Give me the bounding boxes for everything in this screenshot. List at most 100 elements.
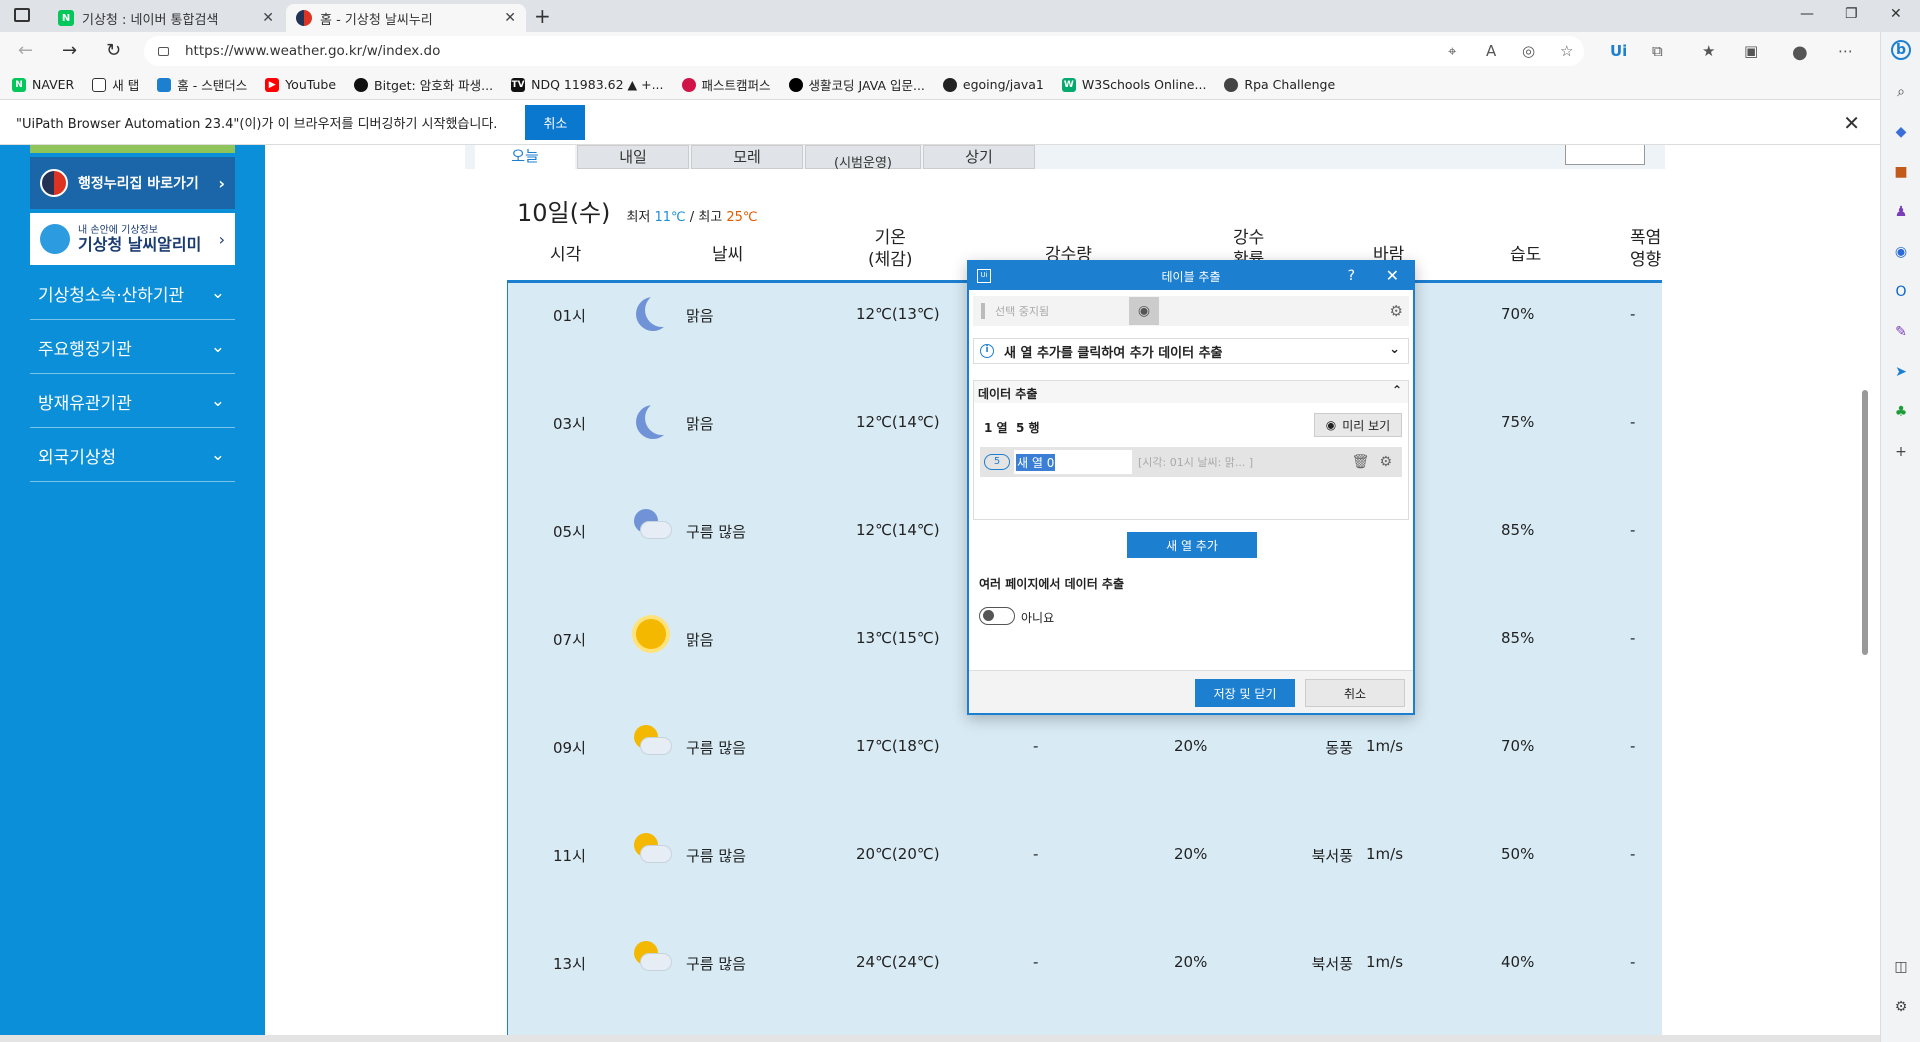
back-icon[interactable]: ← [18, 40, 33, 61]
add-column-hint[interactable]: i 새 열 추가를 클릭하여 추가 데이터 추출 ⌄ [973, 338, 1409, 364]
tree-icon[interactable]: ♣ [1891, 402, 1911, 422]
help-button[interactable]: ? [1348, 268, 1355, 284]
refresh-icon[interactable]: ↻ [106, 40, 121, 61]
gear-icon[interactable]: ⚙ [1390, 302, 1403, 320]
tab-today[interactable]: 오늘 [475, 145, 575, 169]
tracking-icon[interactable]: ◎ [1522, 42, 1535, 60]
bookmark-rpa[interactable]: Rpa Challenge [1224, 77, 1335, 92]
column-name-input[interactable]: 새 열 0 [1014, 450, 1132, 474]
bitget-icon [354, 77, 369, 92]
minimize-icon[interactable]: — [1800, 6, 1814, 22]
cell-weather: 구름 많음 [686, 523, 746, 541]
info-icon: i [980, 344, 994, 358]
search-icon[interactable]: ⌕ [1891, 82, 1911, 102]
cell-humidity: 70% [1501, 305, 1535, 323]
header-weather: 날씨 [712, 245, 744, 265]
dialog-close-icon[interactable]: ✕ [1386, 266, 1399, 285]
favorites-icon[interactable]: ★ [1702, 42, 1715, 60]
bookmark-w3schools[interactable]: W W3Schools Online... [1061, 77, 1207, 92]
bookmark-standard[interactable]: 홈 - 스탠더스 [157, 75, 247, 94]
shopping-icon[interactable]: ◆ [1891, 122, 1911, 142]
forward-icon[interactable]: → [62, 40, 77, 61]
bookmark-coding[interactable]: 생활코딩 JAVA 입문... [788, 75, 925, 94]
bookmark-bitget[interactable]: Bitget: 암호화 파생... [354, 75, 493, 94]
restore-icon[interactable]: ❐ [1845, 6, 1858, 22]
gov-portal-link[interactable]: 행정누리집 바로가기 › [30, 157, 235, 209]
settings-gear-icon[interactable]: ⚙ [1891, 997, 1911, 1017]
add-column-button[interactable]: 새 열 추가 [1127, 532, 1257, 558]
favorite-add-icon[interactable]: ☆ [1560, 42, 1573, 60]
url-field[interactable]: https://www.weather.go.kr/w/index.do [144, 36, 1584, 66]
cancel-button[interactable]: 취소 [1305, 679, 1405, 707]
profile-avatar-icon[interactable]: ● [1792, 42, 1808, 63]
tab-day-after[interactable]: 모레 [691, 145, 803, 169]
bookmark-label: 새 탭 [112, 78, 140, 93]
preview-label: 미리 보기 [1342, 418, 1391, 433]
page-scrollbar[interactable] [1862, 390, 1868, 655]
outlook-icon[interactable]: O [1891, 282, 1911, 302]
drop-icon[interactable]: ➤ [1891, 362, 1911, 382]
trash-icon[interactable]: 🗑 [1352, 454, 1370, 470]
uipath-extension-icon[interactable]: Ui [1610, 42, 1627, 60]
bookmark-naver[interactable]: N NAVER [12, 77, 74, 92]
sidebar-item-foreign[interactable]: 외국기상청 ⌄ [30, 429, 235, 482]
cell-time: 01시 [553, 307, 586, 325]
tab-detail[interactable]: 상기 [923, 145, 1035, 169]
chevron-up-icon[interactable]: ⌃ [1392, 383, 1402, 397]
cell-weather: 맑음 [686, 415, 714, 433]
column-count: 1 [984, 421, 993, 435]
games-icon[interactable]: ♟ [1891, 202, 1911, 222]
github-icon [942, 77, 957, 92]
view-toggle-button[interactable] [1565, 145, 1645, 165]
tab-tomorrow[interactable]: 내일 [577, 145, 689, 169]
bookmark-newtab[interactable]: 새 탭 [92, 75, 139, 94]
eye-icon[interactable]: ◉ [1129, 297, 1159, 325]
chevron-down-icon[interactable]: ⌄ [1389, 342, 1400, 357]
lock-icon[interactable] [158, 46, 169, 56]
gear-icon[interactable]: ⚙ [1379, 454, 1392, 470]
more-menu-icon[interactable]: ⋯ [1838, 42, 1853, 60]
section-title: 데이터 추출 [978, 387, 1038, 401]
preview-button[interactable]: ◉ 미리 보기 [1314, 413, 1402, 437]
window-close-icon[interactable]: ✕ [1890, 6, 1902, 22]
designer-icon[interactable]: ✎ [1891, 322, 1911, 342]
fastcampus-icon [681, 77, 696, 92]
header-time: 시각 [550, 245, 582, 265]
tab-actions-icon[interactable] [14, 8, 30, 22]
infobar-close-icon[interactable]: ✕ [1843, 111, 1860, 135]
sidebar-layout-icon[interactable]: ◫ [1891, 957, 1911, 977]
naver-icon: N [12, 77, 26, 92]
multi-page-toggle[interactable] [979, 607, 1015, 625]
bookmark-github[interactable]: egoing/java1 [942, 77, 1044, 92]
location-icon[interactable]: ⌖ [1448, 42, 1456, 60]
bookmark-label: W3Schools Online... [1081, 77, 1207, 92]
sidebar-item-disaster[interactable]: 방재유관기관 ⌄ [30, 375, 235, 428]
extensions-icon[interactable]: ⧉ [1652, 42, 1663, 60]
tab-title: 홈 - 기상청 날씨누리 [320, 12, 433, 28]
chevron-down-icon: ⌄ [210, 445, 225, 465]
infobar-cancel-button[interactable]: 취소 [525, 105, 586, 140]
tab-pilot[interactable]: (시범운영) [805, 145, 921, 171]
tab-weather-home[interactable]: 홈 - 기상청 날씨누리 ✕ [286, 4, 526, 32]
weather-alert-link[interactable]: 내 손안에 기상정보 기상청 날씨알리미 › [30, 213, 235, 265]
tools-icon[interactable]: ■ [1891, 162, 1911, 182]
section-header[interactable]: 데이터 추출 ⌃ [974, 381, 1408, 403]
close-tab-icon[interactable]: ✕ [504, 10, 516, 26]
chevron-right-icon: › [218, 173, 225, 193]
copilot-icon[interactable]: b [1891, 40, 1911, 60]
bookmark-ndq[interactable]: TV NDQ 11983.62 ▲ +... [511, 77, 664, 92]
add-sidebar-icon[interactable]: + [1891, 442, 1911, 462]
column-sample: [시각: 01시 날씨: 맑... ] [1138, 456, 1254, 469]
save-close-button[interactable]: 저장 및 닫기 [1195, 679, 1295, 707]
tab-naver-search[interactable]: N 기상청 : 네이버 통합검색 ✕ [48, 4, 284, 32]
sidebar-item-admin[interactable]: 주요행정기관 ⌄ [30, 321, 235, 374]
bookmark-youtube[interactable]: ▶ YouTube [265, 77, 336, 92]
pause-icon[interactable] [981, 303, 985, 319]
microsoft365-icon[interactable]: ◉ [1891, 242, 1911, 262]
close-tab-icon[interactable]: ✕ [262, 10, 274, 26]
bookmark-fastcampus[interactable]: 패스트캠퍼스 [681, 75, 771, 94]
sidebar-item-affiliated[interactable]: 기상청소속·산하기관 ⌄ [30, 267, 235, 320]
read-aloud-icon[interactable]: A [1486, 42, 1496, 60]
new-tab-icon[interactable]: + [534, 4, 551, 28]
collections-icon[interactable]: ▣ [1744, 42, 1758, 60]
